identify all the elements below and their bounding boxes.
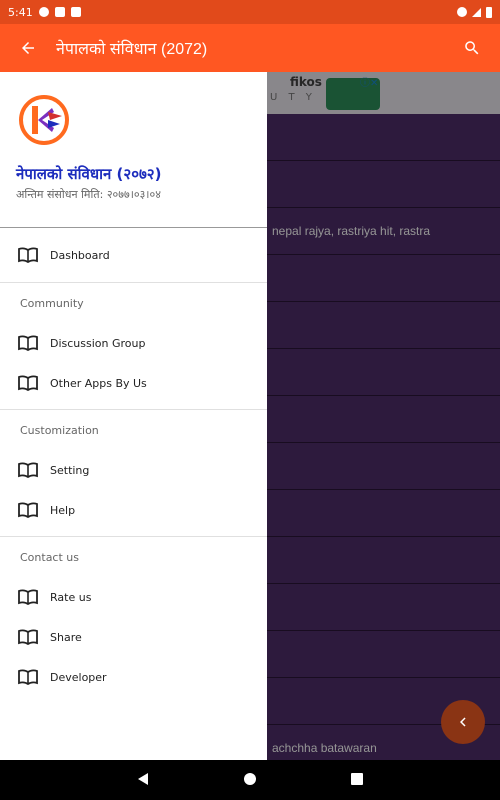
nav-item-help[interactable]: Help	[0, 490, 267, 530]
nav-item-label: Help	[50, 503, 76, 517]
section-title-community: Community	[20, 296, 84, 310]
book-icon	[18, 589, 38, 605]
app-bar: नेपालको संविधान (2072)	[0, 24, 500, 72]
drawer-header: नेपालको संविधान (२०७२) अन्तिम संसोधन मित…	[0, 72, 267, 227]
status-bar: 5:41	[0, 0, 500, 24]
nav-item-discussion-group[interactable]: Discussion Group	[0, 323, 267, 363]
book-icon	[18, 502, 38, 518]
notification-icon	[38, 7, 49, 17]
nav-back-button[interactable]	[136, 771, 150, 790]
nav-item-rate-us[interactable]: Rate us	[0, 577, 267, 617]
nav-item-other-apps[interactable]: Other Apps By Us	[0, 363, 267, 403]
nav-item-setting[interactable]: Setting	[0, 450, 267, 490]
nav-item-developer[interactable]: Developer	[0, 657, 267, 697]
nav-item-label: Rate us	[50, 590, 92, 604]
drawer-title: नेपालको संविधान (२०७२)	[16, 165, 162, 183]
nav-item-label: Setting	[50, 463, 90, 477]
wifi-icon	[457, 7, 467, 17]
nav-item-share[interactable]: Share	[0, 617, 267, 657]
navigation-drawer: नेपालको संविधान (२०७२) अन्तिम संसोधन मित…	[0, 72, 267, 760]
nav-item-label: Share	[50, 630, 82, 644]
book-icon	[18, 247, 38, 263]
section-title-customization: Customization	[20, 423, 99, 437]
nav-item-label: Discussion Group	[50, 336, 146, 350]
book-icon	[18, 335, 38, 351]
section-title-contact: Contact us	[20, 550, 79, 564]
app-logo	[19, 95, 69, 145]
app-title: नेपालको संविधान (2072)	[56, 41, 208, 58]
nav-recents-button[interactable]	[350, 771, 364, 790]
search-icon	[465, 41, 479, 55]
nav-item-label: Dashboard	[50, 248, 110, 262]
notification-icon	[54, 7, 65, 17]
battery-icon	[486, 6, 492, 18]
system-nav-bar	[0, 760, 500, 800]
book-icon	[18, 629, 38, 645]
status-time: 5:41	[8, 5, 33, 19]
nav-item-label: Developer	[50, 670, 107, 684]
home-circle-icon	[243, 772, 256, 785]
nav-item-label: Other Apps By Us	[50, 376, 147, 390]
back-triangle-icon	[138, 772, 149, 785]
book-icon	[18, 375, 38, 391]
arrow-left-icon	[22, 42, 34, 54]
sd-card-icon	[70, 7, 81, 17]
search-button[interactable]	[444, 24, 500, 72]
book-icon	[18, 669, 38, 685]
drawer-subtitle: अन्तिम संसोधन मिति: २०७७।०३।०४	[16, 188, 161, 201]
nav-home-button[interactable]	[243, 771, 257, 790]
nav-item-dashboard[interactable]: Dashboard	[0, 235, 267, 275]
recents-square-icon	[350, 772, 363, 785]
book-icon	[18, 462, 38, 478]
fab-button[interactable]	[441, 700, 485, 744]
chevron-left-icon	[460, 717, 466, 727]
signal-icon	[472, 7, 481, 17]
back-button[interactable]	[0, 24, 56, 72]
